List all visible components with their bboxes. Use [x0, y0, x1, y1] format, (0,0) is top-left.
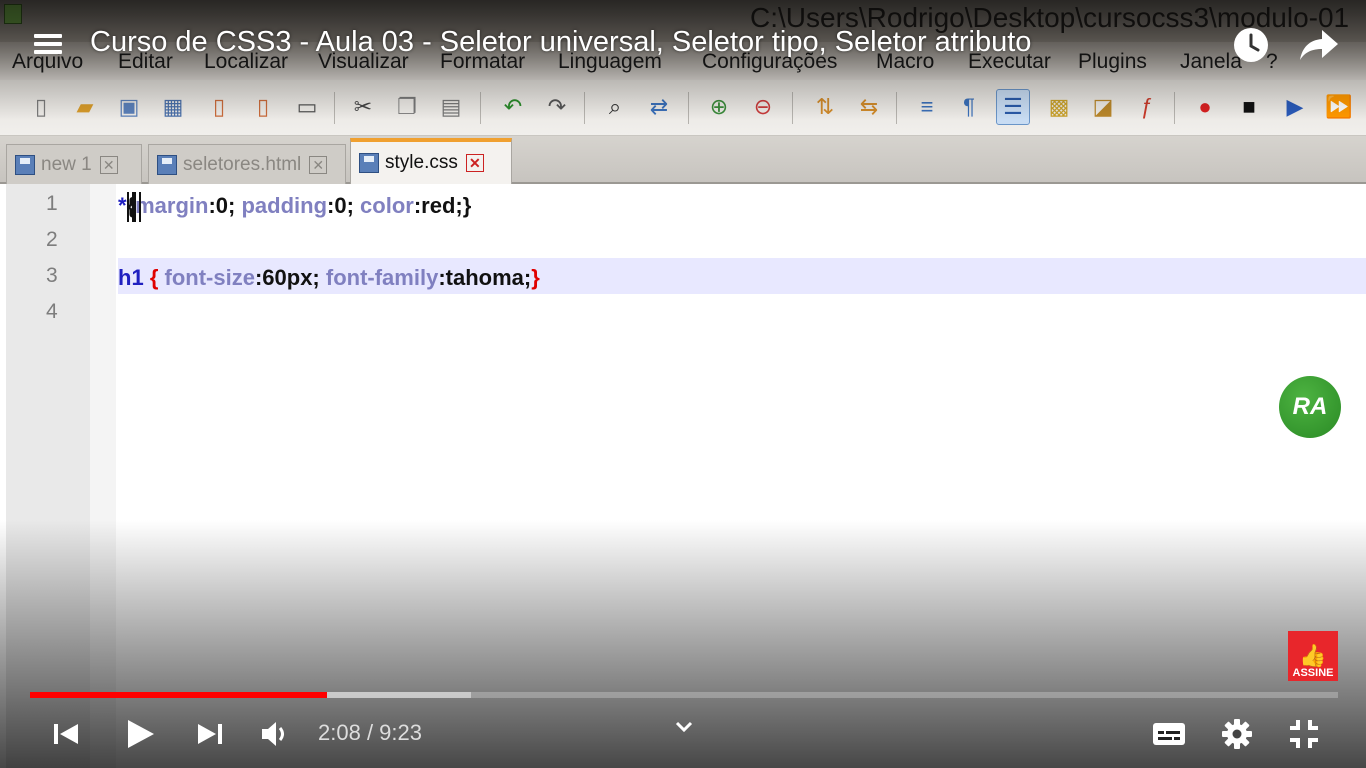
css-property: font-size	[164, 265, 255, 290]
close-all-icon[interactable]: ▯	[246, 89, 280, 125]
playlist-menu-icon[interactable]	[34, 32, 64, 56]
time-display: 2:08 / 9:23	[318, 720, 422, 746]
new-file-icon[interactable]: ▯	[24, 89, 58, 125]
next-icon[interactable]	[194, 712, 226, 756]
channel-watermark-logo[interactable]: RA	[1279, 376, 1341, 438]
current-time: 2:08	[318, 720, 361, 745]
css-value: :tahoma;	[438, 265, 532, 290]
css-property: color	[360, 193, 414, 218]
subscribe-label: ASSINE	[1292, 667, 1334, 679]
zoom-in-icon[interactable]: ⊕	[702, 89, 736, 125]
tab-seletores-html[interactable]: seletores.html ✕	[148, 144, 346, 184]
undo-icon[interactable]: ↶	[496, 89, 530, 125]
save-icon[interactable]: ▣	[112, 89, 146, 125]
line-number: 3	[46, 264, 58, 287]
replace-icon[interactable]: ⇄	[642, 89, 676, 125]
word-wrap-icon[interactable]: ≡	[910, 89, 944, 125]
find-icon[interactable]: ⌕	[598, 89, 632, 125]
play-macro-icon[interactable]: ▶	[1278, 89, 1312, 125]
i-beam-cursor-icon	[127, 192, 141, 222]
tab-label: seletores.html	[183, 153, 302, 175]
share-icon[interactable]	[1298, 26, 1340, 64]
toolbar-separator	[896, 92, 897, 124]
css-value: :60px;	[254, 265, 326, 290]
user-lang-icon[interactable]: ▩	[1042, 89, 1076, 125]
close-icon[interactable]: ▯	[202, 89, 236, 125]
watch-later-icon[interactable]	[1232, 26, 1270, 64]
close-icon[interactable]: ✕	[99, 155, 118, 174]
play-icon[interactable]	[120, 712, 160, 756]
save-state-icon	[359, 153, 379, 173]
fold-margin[interactable]	[90, 184, 116, 768]
close-icon[interactable]: ✕	[309, 155, 328, 174]
close-icon[interactable]: ✕	[465, 154, 484, 172]
notepad-app-icon	[4, 4, 22, 24]
settings-gear-icon[interactable]	[1218, 712, 1256, 756]
run-macro-multiple-icon[interactable]: ⏩	[1322, 89, 1356, 125]
notepad-plus-plus-window: C:\Users\Rodrigo\Desktop\cursocss3\modul…	[0, 0, 1366, 768]
copy-icon[interactable]: ❐	[390, 89, 424, 125]
toolbar-separator	[334, 92, 335, 124]
css-property: font-family	[325, 265, 439, 290]
volume-icon[interactable]	[258, 712, 292, 756]
progress-bar[interactable]	[30, 692, 1338, 698]
save-state-icon	[15, 154, 35, 175]
toolbar-separator	[1174, 92, 1175, 124]
tab-label: style.css	[385, 152, 458, 173]
cut-icon[interactable]: ✂	[346, 89, 380, 125]
subscribe-badge[interactable]: 👍 ASSINE	[1288, 631, 1338, 681]
doc-map-icon[interactable]: ◪	[1086, 89, 1120, 125]
line-number: 2	[46, 228, 58, 251]
tab-style-css[interactable]: style.css ✕	[350, 138, 512, 184]
line-number-gutter: 1 2 3 4	[6, 184, 90, 768]
css-brace: }	[462, 193, 472, 218]
code-editor[interactable]: 1 2 3 4 *{margin:0; padding:0; color:red…	[0, 184, 1366, 768]
sync-horizontal-icon[interactable]: ⇆	[852, 89, 886, 125]
print-icon[interactable]: ▭	[290, 89, 324, 125]
record-macro-icon[interactable]: ●	[1188, 89, 1222, 125]
toolbar-separator	[688, 92, 689, 124]
redo-icon[interactable]: ↷	[540, 89, 574, 125]
code-line-1[interactable]: *{margin:0; padding:0; color:red;}	[118, 188, 471, 224]
previous-icon[interactable]	[50, 712, 82, 756]
menu-plugins[interactable]: Plugins	[1078, 50, 1147, 74]
paste-icon[interactable]: ▤	[434, 89, 468, 125]
toolbar-separator	[480, 92, 481, 124]
stop-macro-icon[interactable]: ■	[1232, 89, 1266, 125]
line-number: 1	[46, 192, 58, 215]
progress-played	[30, 692, 327, 698]
save-all-icon[interactable]: ▦	[156, 89, 190, 125]
css-brace-matched: }	[531, 265, 540, 290]
code-line-3[interactable]: h1 { font-size:60px; font-family:tahoma;…	[118, 260, 540, 296]
zoom-out-icon[interactable]: ⊖	[746, 89, 780, 125]
thumbs-up-icon: 👍	[1299, 643, 1327, 668]
time-separator: /	[360, 720, 380, 745]
document-tab-bar: new 1 ✕ seletores.html ✕ style.css ✕	[0, 136, 1366, 184]
css-value: :red;	[413, 193, 463, 218]
function-list-icon[interactable]: ƒ	[1130, 89, 1164, 125]
video-title[interactable]: Curso de CSS3 - Aula 03 - Seletor univer…	[90, 26, 1031, 59]
css-value: :0;	[208, 193, 242, 218]
toolbar-separator	[584, 92, 585, 124]
css-property: padding	[241, 193, 328, 218]
css-selector: h1	[118, 265, 144, 290]
duration: 9:23	[379, 720, 422, 745]
chevron-down-icon[interactable]	[674, 720, 694, 734]
line-number: 4	[46, 300, 58, 323]
sync-vertical-icon[interactable]: ⇅	[808, 89, 842, 125]
toolbar: ▯ ▰ ▣ ▦ ▯ ▯ ▭ ✂ ❐ ▤ ↶ ↷ ⌕ ⇄ ⊕ ⊖ ⇅ ⇆ ≡ ¶ …	[0, 80, 1366, 136]
tab-new-1[interactable]: new 1 ✕	[6, 144, 142, 184]
indent-guide-icon[interactable]: ☰	[996, 89, 1030, 125]
subtitles-icon[interactable]	[1150, 712, 1188, 756]
exit-fullscreen-icon[interactable]	[1286, 712, 1322, 756]
save-state-icon	[157, 154, 177, 175]
css-selector: *	[118, 193, 127, 218]
tab-label: new 1	[41, 153, 92, 175]
open-file-icon[interactable]: ▰	[68, 89, 102, 125]
toolbar-separator	[792, 92, 793, 124]
css-property: margin	[135, 193, 209, 218]
css-value: :0;	[327, 193, 361, 218]
show-all-chars-icon[interactable]: ¶	[952, 89, 986, 125]
